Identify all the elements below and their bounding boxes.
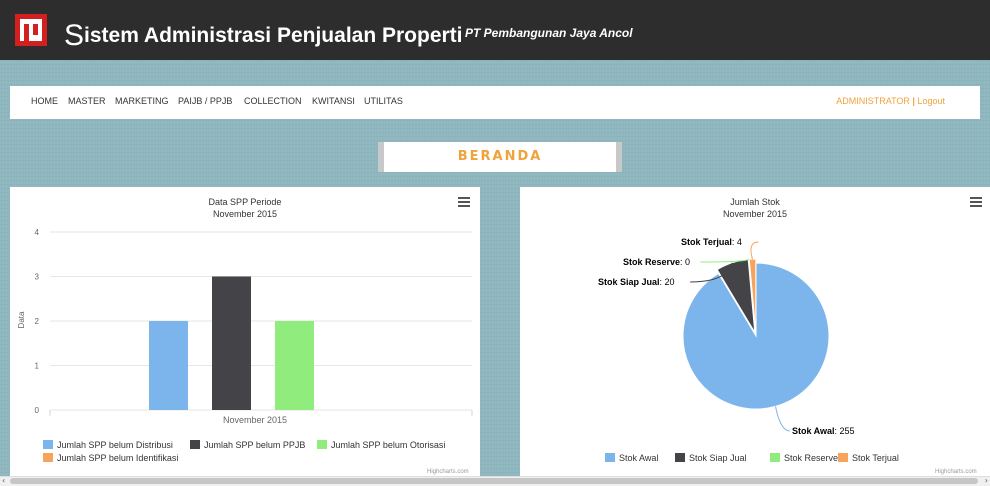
bar-chart-ytick: 0 <box>35 406 40 415</box>
legend-swatch <box>838 453 848 462</box>
pie-data-label: Stok Awal: 255 <box>792 426 855 436</box>
pie-connector <box>774 406 791 432</box>
legend-swatch <box>317 440 327 449</box>
nav-marketing[interactable]: MARKETING <box>115 96 169 106</box>
legend-label: Stok Reserve <box>784 453 839 463</box>
nav-paijb-ppjb[interactable]: PAIJB / PPJB <box>178 96 232 106</box>
bar-chart: Data 0 1 2 3 4 November 2015 <box>17 228 473 425</box>
nav-home[interactable]: HOME <box>31 96 58 106</box>
legend-item[interactable]: Stok Awal <box>605 453 658 463</box>
company-name: PT Pembangunan Jaya Ancol <box>465 26 633 40</box>
legend-label: Stok Terjual <box>852 453 899 463</box>
app-title-initial: S <box>64 19 85 52</box>
pie-chart: Stok Awal: 255 Stok Siap Jual: 20 Stok Res… <box>598 237 855 436</box>
legend-item[interactable]: Jumlah SPP belum PPJB <box>190 440 305 450</box>
legend-swatch <box>605 453 615 462</box>
bar-chart-ytick: 2 <box>35 317 40 326</box>
spp-chart-panel: Data SPP Periode November 2015 Data 0 1 2 3… <box>10 187 480 477</box>
legend-swatch <box>43 440 53 449</box>
main-nav: HOME MASTER MARKETING PAIJB / PPJB COLLE… <box>10 86 980 119</box>
bar-chart-ytick: 1 <box>35 362 40 371</box>
nav-collection[interactable]: COLLECTION <box>244 96 302 106</box>
bar-chart-credits[interactable]: Highcharts.com <box>427 469 469 475</box>
legend-label: Jumlah SPP belum Identifikasi <box>57 453 179 463</box>
legend-label: Stok Siap Jual <box>689 453 747 463</box>
bar-chart-ylabel: Data <box>17 311 26 328</box>
nav-utilitas[interactable]: UTILITAS <box>364 96 403 106</box>
bar-jumlah-spp-belum-ppjb <box>212 276 251 410</box>
pie-data-label: Stok Siap Jual: 20 <box>598 277 675 287</box>
pie-data-label: Stok Reserve: 0 <box>623 257 690 267</box>
legend-item[interactable]: Stok Siap Jual <box>675 453 747 463</box>
stok-chart-panel: Jumlah Stok November 2015 Stok Awal: 255… <box>520 187 990 477</box>
scroll-right-icon[interactable]: › <box>985 476 988 485</box>
scroll-thumb[interactable] <box>10 478 978 484</box>
page-title-box: BERANDA <box>378 142 622 172</box>
legend-label: Jumlah SPP belum Otorisasi <box>331 440 446 450</box>
user-name-link[interactable]: ADMINISTRATOR <box>836 96 910 106</box>
legend-item[interactable]: Jumlah SPP belum Distribusi <box>43 440 173 450</box>
user-menu: ADMINISTRATOR | Logout <box>836 96 945 106</box>
company-logo <box>15 14 47 46</box>
bar-jumlah-spp-belum-otorisasi <box>275 321 314 410</box>
bar-chart-ytick: 4 <box>35 228 40 237</box>
bar-chart-xcategory: November 2015 <box>223 415 287 425</box>
app-title-rest: istem Administrasi Penjualan Properti <box>84 24 463 47</box>
page-title: BERANDA <box>457 149 543 164</box>
nav-master[interactable]: MASTER <box>68 96 106 106</box>
header-bar: Sistem Administrasi Penjualan Properti P… <box>0 0 990 60</box>
legend-swatch <box>675 453 685 462</box>
legend-label: Jumlah SPP belum Distribusi <box>57 440 173 450</box>
legend-label: Stok Awal <box>619 453 659 463</box>
pie-connector <box>750 241 759 260</box>
legend-swatch <box>770 453 780 462</box>
pie-chart-credits[interactable]: Highcharts.com <box>935 469 977 475</box>
legend-item[interactable]: Stok Reserve <box>770 453 838 463</box>
legend-item[interactable]: Stok Terjual <box>838 453 899 463</box>
legend-label: Jumlah SPP belum PPJB <box>204 440 306 450</box>
bar-jumlah-spp-belum-distribusi <box>149 321 188 410</box>
bar-chart-title: Data SPP Periode <box>208 197 282 207</box>
app-title: Sistem Administrasi Penjualan Properti <box>64 16 463 52</box>
legend-swatch <box>43 453 53 462</box>
user-separator: | <box>912 96 915 106</box>
bar-chart-ytick: 3 <box>35 273 40 282</box>
nav-kwitansi[interactable]: KWITANSI <box>312 96 355 106</box>
legend-swatch <box>190 440 200 449</box>
legend-item[interactable]: Jumlah SPP belum Identifikasi <box>43 453 178 463</box>
legend-item[interactable]: Jumlah SPP belum Otorisasi <box>317 440 445 450</box>
scroll-left-icon[interactable]: ‹ <box>2 476 5 485</box>
logout-link[interactable]: Logout <box>917 96 945 106</box>
pie-data-label: Stok Terjual: 4 <box>681 237 742 247</box>
